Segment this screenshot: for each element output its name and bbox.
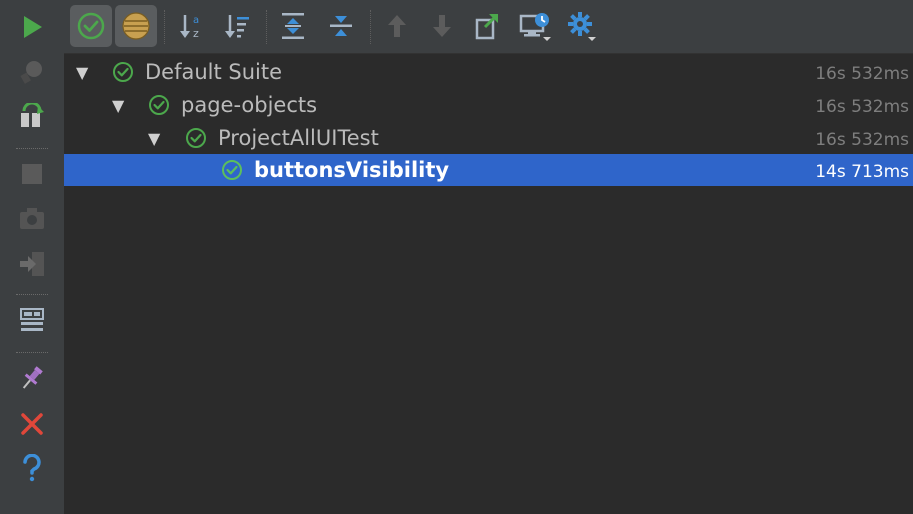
tree-node-page-objects[interactable]: ▼ page-objects 16s 532ms	[64, 89, 913, 121]
svg-text:z: z	[193, 27, 199, 40]
next-failed-icon	[433, 15, 451, 37]
settings-icon	[568, 12, 596, 41]
tree-node-duration: 16s 532ms	[815, 97, 909, 117]
pin-button[interactable]	[14, 360, 50, 396]
tree-node-project-all-ui-test[interactable]: ▼ ProjectAllUITest 16s 532ms	[64, 122, 913, 154]
expand-arrow-icon[interactable]: ▼	[76, 63, 88, 82]
export-results-button[interactable]	[469, 8, 505, 44]
screenshot-button[interactable]	[14, 201, 50, 237]
toolbar-separator	[370, 10, 371, 44]
passed-check-icon	[222, 160, 242, 180]
stop-icon	[22, 164, 42, 184]
toolbar-separator	[16, 294, 48, 295]
pin-icon	[22, 366, 43, 389]
tree-node-duration: 16s 532ms	[815, 64, 909, 84]
toolbar-separator	[16, 352, 48, 353]
layout-button[interactable]	[14, 302, 50, 338]
toolbar-separator	[266, 10, 267, 44]
rerun-icon	[21, 103, 44, 127]
toolbar-separator	[16, 148, 48, 149]
toolbar-separator	[164, 10, 165, 44]
sort-by-duration-button[interactable]	[219, 8, 255, 44]
tree-node-default-suite[interactable]: ▼ Default Suite 16s 532ms	[64, 56, 913, 88]
test-history-button[interactable]	[516, 8, 556, 44]
passed-check-icon	[149, 95, 169, 115]
previous-failed-button[interactable]	[379, 8, 415, 44]
run-icon	[24, 16, 42, 38]
tree-node-buttons-visibility[interactable]: buttonsVisibility 14s 713ms	[64, 154, 913, 186]
collapse-all-button[interactable]	[323, 8, 359, 44]
debug-icon	[20, 61, 42, 84]
svg-text:a: a	[193, 15, 199, 26]
show-passed-icon	[77, 12, 105, 40]
tree-node-duration: 16s 532ms	[815, 130, 909, 150]
top-toolbar: az	[64, 0, 913, 54]
sort-by-duration-icon	[225, 15, 249, 38]
show-passed-toggle[interactable]	[70, 5, 112, 47]
left-toolbar	[0, 0, 65, 514]
settings-button[interactable]	[564, 8, 600, 44]
collapse-all-icon	[330, 16, 352, 36]
stop-button[interactable]	[14, 156, 50, 192]
expand-arrow-icon[interactable]: ▼	[148, 129, 160, 148]
test-history-icon	[519, 13, 551, 41]
passed-check-icon	[186, 128, 206, 148]
passed-check-icon	[113, 62, 133, 82]
exit-button[interactable]	[14, 246, 50, 282]
export-results-icon	[475, 14, 498, 40]
rerun-button[interactable]	[14, 99, 50, 135]
camera-icon	[20, 208, 44, 229]
expand-all-icon	[282, 13, 304, 39]
previous-failed-icon	[388, 15, 406, 37]
expand-all-button[interactable]	[275, 8, 311, 44]
next-failed-button[interactable]	[424, 8, 460, 44]
sort-alphabetically-button[interactable]: az	[174, 8, 210, 44]
help-button[interactable]	[14, 450, 50, 486]
close-button[interactable]	[14, 406, 50, 442]
sort-alphabetically-icon: az	[180, 15, 199, 40]
show-ignored-toggle[interactable]	[115, 5, 157, 47]
debug-button[interactable]	[14, 54, 50, 90]
layout-icon	[20, 308, 44, 331]
show-ignored-icon	[122, 12, 150, 40]
test-results-tree: ▼ Default Suite 16s 532ms ▼ page-objects…	[64, 54, 913, 514]
close-icon	[21, 413, 43, 435]
tree-node-label: Default Suite	[145, 60, 283, 84]
tree-node-label: page-objects	[181, 93, 318, 117]
expand-arrow-icon[interactable]: ▼	[112, 96, 124, 115]
exit-icon	[20, 252, 44, 276]
tree-node-duration: 14s 713ms	[815, 162, 909, 182]
tree-node-label: buttonsVisibility	[254, 158, 450, 182]
tree-node-label: ProjectAllUITest	[218, 126, 379, 150]
run-button[interactable]	[14, 9, 50, 45]
help-icon	[23, 454, 41, 482]
